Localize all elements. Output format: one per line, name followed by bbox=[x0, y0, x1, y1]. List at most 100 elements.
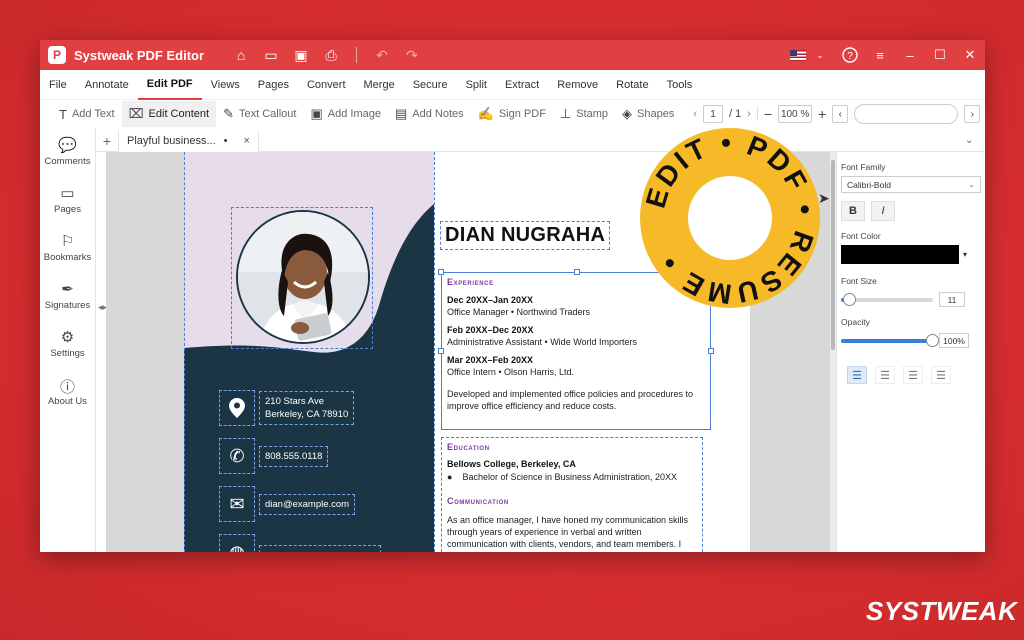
menu-merge[interactable]: Merge bbox=[355, 70, 404, 100]
sidebar-item-bookmarks[interactable]: ⚐ Bookmarks bbox=[40, 232, 95, 270]
edit-pdf-resume-badge: EDIT • PDF • RESUME • bbox=[636, 124, 824, 312]
resize-handle[interactable] bbox=[574, 269, 580, 275]
add-image-button[interactable]: ▣ Add Image bbox=[303, 101, 388, 127]
sidebar-item-signatures[interactable]: ✒ Signatures bbox=[40, 280, 95, 318]
chevron-down-icon[interactable]: ⌄ bbox=[813, 40, 827, 70]
chevron-down-icon[interactable]: ▾ bbox=[963, 250, 967, 259]
contact-website: ◍ bbox=[219, 534, 381, 552]
menu-icon[interactable]: ≡ bbox=[865, 40, 895, 70]
menu-rotate[interactable]: Rotate bbox=[607, 70, 657, 100]
opacity-slider-knob[interactable] bbox=[926, 333, 939, 347]
contact-address: 210 Stars Ave Berkeley, CA 78910 bbox=[219, 390, 355, 426]
scrollbar-thumb[interactable] bbox=[831, 160, 835, 350]
font-size-slider[interactable] bbox=[841, 292, 933, 306]
search-prev-button[interactable]: ‹ bbox=[832, 105, 849, 123]
resize-handle[interactable] bbox=[438, 269, 444, 275]
email-textbox[interactable]: dian@example.com bbox=[259, 493, 356, 515]
new-tab-button[interactable]: + bbox=[96, 133, 118, 149]
signature-icon: ✒ bbox=[61, 281, 74, 298]
resume-name[interactable]: DIAN NUGRAHA bbox=[440, 221, 611, 250]
shapes-label: Shapes bbox=[637, 108, 675, 120]
search-next-button[interactable]: › bbox=[964, 105, 981, 123]
address-line-1: 210 Stars Ave bbox=[265, 396, 324, 407]
menu-pages[interactable]: Pages bbox=[249, 70, 298, 100]
stamp-button[interactable]: ⊥ Stamp bbox=[553, 101, 615, 127]
maximize-button[interactable]: ☐ bbox=[925, 40, 955, 70]
edit-content-button[interactable]: ⌧ Edit Content bbox=[121, 101, 217, 127]
print-icon[interactable]: ⎙ bbox=[320, 44, 342, 66]
sidebar-item-about[interactable]: ⓘ About Us bbox=[40, 376, 95, 414]
next-page-icon[interactable]: › bbox=[747, 108, 751, 120]
menu-extract[interactable]: Extract bbox=[496, 70, 548, 100]
minimize-button[interactable]: – bbox=[895, 40, 925, 70]
zoom-level-input[interactable]: 100 % bbox=[778, 105, 813, 123]
align-center-icon[interactable]: ☰ bbox=[875, 366, 895, 384]
menu-annotate[interactable]: Annotate bbox=[76, 70, 138, 100]
resize-handle[interactable] bbox=[438, 348, 444, 354]
communication-heading: Communication bbox=[447, 496, 509, 506]
sidebar-item-settings[interactable]: ⚙ Settings bbox=[40, 328, 95, 366]
document-tab[interactable]: Playful business... • × bbox=[118, 129, 259, 152]
add-image-icon: ▣ bbox=[310, 106, 323, 121]
resize-handle[interactable] bbox=[708, 348, 714, 354]
address-textbox[interactable]: 210 Stars Ave Berkeley, CA 78910 bbox=[259, 391, 355, 425]
menu-file[interactable]: File bbox=[40, 70, 76, 100]
degree-text: Bachelor of Science in Business Administ… bbox=[462, 472, 678, 482]
shapes-icon: ◈ bbox=[622, 106, 633, 121]
sidebar-item-label: Pages bbox=[54, 204, 81, 215]
prev-page-icon[interactable]: ‹ bbox=[693, 108, 697, 120]
website-textbox[interactable] bbox=[259, 545, 381, 552]
phone-textbox[interactable]: 808.555.0118 bbox=[259, 445, 329, 467]
education-textbox[interactable]: Education Bellows College, Berkeley, CA … bbox=[441, 437, 703, 552]
text-style-buttons: B I bbox=[841, 201, 981, 221]
job-role: Office Intern • Olson Harris, Ltd. bbox=[447, 367, 575, 377]
menu-views[interactable]: Views bbox=[202, 70, 249, 100]
save-icon[interactable]: ▣ bbox=[290, 44, 312, 66]
italic-button[interactable]: I bbox=[871, 201, 895, 221]
font-color-swatch[interactable] bbox=[841, 245, 959, 264]
email-icon[interactable]: ✉ bbox=[219, 486, 255, 522]
tab-list-chevron-icon[interactable]: ⌄ bbox=[965, 135, 985, 146]
alignment-buttons: ☰ ☰ ☰ ☰ bbox=[847, 366, 981, 384]
opacity-slider[interactable] bbox=[841, 333, 939, 347]
font-size-slider-knob[interactable] bbox=[843, 292, 857, 306]
zoom-in-icon[interactable]: + bbox=[818, 106, 826, 122]
font-size-input[interactable]: 11 bbox=[939, 292, 965, 307]
close-button[interactable]: ✕ bbox=[955, 40, 985, 70]
sidebar-item-pages[interactable]: ▭ Pages bbox=[40, 184, 95, 222]
profile-photo-frame[interactable] bbox=[231, 207, 373, 349]
menu-edit-pdf[interactable]: Edit PDF bbox=[137, 70, 202, 100]
align-justify-icon[interactable]: ☰ bbox=[931, 366, 951, 384]
page-number-input[interactable]: 1 bbox=[703, 105, 724, 123]
title-bar: P Systweak PDF Editor ⌂ ▭ ▣ ⎙ ↶ ↷ ⌄ ? ≡ … bbox=[40, 40, 985, 70]
search-input[interactable] bbox=[854, 104, 959, 124]
menu-split[interactable]: Split bbox=[457, 70, 496, 100]
chevron-down-icon: ⌄ bbox=[968, 180, 975, 189]
language-selector[interactable] bbox=[783, 40, 813, 70]
redo-icon[interactable]: ↷ bbox=[401, 44, 423, 66]
sign-pdf-button[interactable]: ✍ Sign PDF bbox=[471, 101, 553, 127]
align-left-icon[interactable]: ☰ bbox=[847, 366, 867, 384]
menu-tools[interactable]: Tools bbox=[658, 70, 702, 100]
folder-icon[interactable]: ▭ bbox=[260, 44, 282, 66]
close-tab-icon[interactable]: × bbox=[244, 135, 250, 147]
add-text-button[interactable]: T Add Text bbox=[52, 101, 122, 127]
menu-remove[interactable]: Remove bbox=[548, 70, 607, 100]
add-notes-button[interactable]: ▤ Add Notes bbox=[388, 101, 471, 127]
opacity-input[interactable]: 100% bbox=[939, 333, 969, 348]
sidebar-item-comments[interactable]: 💬 Comments bbox=[40, 136, 95, 174]
font-size-label: Font Size bbox=[841, 276, 877, 286]
font-family-select[interactable]: Calibri-Bold ⌄ bbox=[841, 176, 981, 193]
bold-button[interactable]: B bbox=[841, 201, 865, 221]
home-icon[interactable]: ⌂ bbox=[230, 44, 252, 66]
globe-icon[interactable]: ◍ bbox=[219, 534, 255, 552]
align-right-icon[interactable]: ☰ bbox=[903, 366, 923, 384]
help-icon[interactable]: ? bbox=[835, 40, 865, 70]
menu-convert[interactable]: Convert bbox=[298, 70, 355, 100]
zoom-out-icon[interactable]: − bbox=[764, 106, 772, 122]
menu-secure[interactable]: Secure bbox=[404, 70, 457, 100]
location-pin-icon[interactable] bbox=[219, 390, 255, 426]
phone-icon[interactable]: ✆ bbox=[219, 438, 255, 474]
text-callout-button[interactable]: ✎ Text Callout bbox=[216, 101, 303, 127]
undo-icon[interactable]: ↶ bbox=[371, 44, 393, 66]
